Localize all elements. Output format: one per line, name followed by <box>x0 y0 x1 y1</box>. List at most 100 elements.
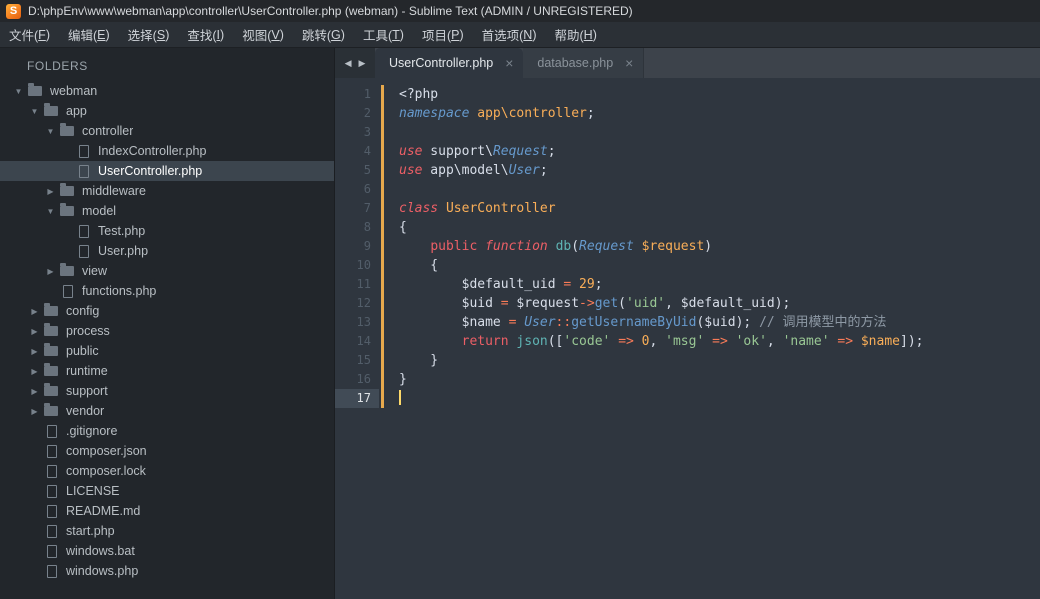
code-line-17[interactable]: 17 <box>335 389 1040 408</box>
sidebar-item-support[interactable]: ▶ support <box>0 381 334 401</box>
sidebar-item-label: webman <box>50 84 98 98</box>
folder-expanded-icon[interactable]: ▼ <box>13 87 24 96</box>
tab-scroll-left-button[interactable]: ◀ <box>343 56 354 71</box>
line-number: 13 <box>356 315 371 329</box>
sidebar-item-gitignore[interactable]: .gitignore <box>0 421 334 441</box>
folder-icon <box>44 383 58 396</box>
code-line-8[interactable]: 8{ <box>335 218 1040 237</box>
menu-item-edit[interactable]: 编辑(E) <box>59 22 119 47</box>
code-line-13[interactable]: 13 $name = User::getUsernameByUid($uid);… <box>335 313 1040 332</box>
sidebar-item-label: composer.lock <box>66 464 146 478</box>
code-line-10[interactable]: 10 { <box>335 256 1040 275</box>
sidebar-item-label: .gitignore <box>66 424 118 438</box>
folder-collapsed-icon[interactable]: ▶ <box>29 367 40 376</box>
folder-expanded-icon[interactable]: ▼ <box>45 127 56 136</box>
menu-item-tools[interactable]: 工具(T) <box>354 22 413 47</box>
sidebar-item-model[interactable]: ▼ model <box>0 201 334 221</box>
sidebar-item-user-php[interactable]: User.php <box>0 241 334 261</box>
folder-expanded-icon[interactable]: ▼ <box>29 107 40 116</box>
code-line-4[interactable]: 4 use support\Request; <box>335 142 1040 161</box>
menu-item-preferences[interactable]: 首选项(N) <box>473 22 546 47</box>
sidebar-item-start-php[interactable]: start.php <box>0 521 334 541</box>
code-text: } <box>399 353 439 368</box>
file-icon <box>47 484 57 498</box>
sidebar-item-label: middleware <box>82 184 146 198</box>
menu-item-help[interactable]: 帮助(H) <box>546 22 606 47</box>
sublime-logo-icon: S <box>6 3 21 19</box>
sidebar-item-public[interactable]: ▶ public <box>0 341 334 361</box>
sidebar-item-license[interactable]: LICENSE <box>0 481 334 501</box>
code-line-12[interactable]: 12 $uid = $request->get('uid', $default_… <box>335 294 1040 313</box>
menu-item-project[interactable]: 项目(P) <box>413 22 473 47</box>
sidebar-item-runtime[interactable]: ▶ runtime <box>0 361 334 381</box>
sidebar-item-label: view <box>82 264 108 278</box>
code-line-15[interactable]: 15 } <box>335 351 1040 370</box>
file-icon <box>47 444 57 458</box>
folder-collapsed-icon[interactable]: ▶ <box>45 267 56 276</box>
sidebar-item-label: composer.json <box>66 444 147 458</box>
code-line-3[interactable]: 3 <box>335 123 1040 142</box>
sidebar-item-functions-php[interactable]: functions.php <box>0 281 334 301</box>
tab-usercontroller-php[interactable]: UserController.php × <box>375 48 524 78</box>
folder-collapsed-icon[interactable]: ▶ <box>29 387 40 396</box>
sidebar-item-view[interactable]: ▶ view <box>0 261 334 281</box>
sidebar-item-webman[interactable]: ▼ webman <box>0 81 334 101</box>
line-number: 9 <box>363 239 371 253</box>
folder-collapsed-icon[interactable]: ▶ <box>45 187 56 196</box>
menu-item-view[interactable]: 视图(V) <box>233 22 293 47</box>
sidebar-item-app[interactable]: ▼ app <box>0 101 334 121</box>
code-line-5[interactable]: 5 use app\model\User; <box>335 161 1040 180</box>
line-number: 14 <box>356 334 371 348</box>
sidebar-item-windows-php[interactable]: windows.php <box>0 561 334 581</box>
code-text: $default_uid = 29; <box>399 277 603 292</box>
sidebar-item-config[interactable]: ▶ config <box>0 301 334 321</box>
sidebar-item-windows-bat[interactable]: windows.bat <box>0 541 334 561</box>
sidebar-item-label: UserController.php <box>98 164 203 178</box>
sidebar-item-composer-json[interactable]: composer.json <box>0 441 334 461</box>
code-line-1[interactable]: 1 <?php <box>335 85 1040 104</box>
code-line-9[interactable]: 9 public function db(Request $request) <box>335 237 1040 256</box>
menu-item-selection[interactable]: 选择(S) <box>119 22 179 47</box>
code-line-16[interactable]: 16} <box>335 370 1040 389</box>
code-line-6[interactable]: 6 <box>335 180 1040 199</box>
folder-icon <box>44 343 58 356</box>
code-line-7[interactable]: 7 class UserController <box>335 199 1040 218</box>
menu-item-file[interactable]: 文件(F) <box>0 22 59 47</box>
code-editor[interactable]: 1 <?php 2 namespace app\controller; 3 4 use su… <box>335 78 1040 599</box>
sidebar-item-vendor[interactable]: ▶ vendor <box>0 401 334 421</box>
sidebar-item-readme-md[interactable]: README.md <box>0 501 334 521</box>
folder-collapsed-icon[interactable]: ▶ <box>29 327 40 336</box>
file-icon <box>47 424 57 438</box>
code-line-11[interactable]: 11 $default_uid = 29; <box>335 275 1040 294</box>
sidebar-item-composer-lock[interactable]: composer.lock <box>0 461 334 481</box>
sidebar-item-indexcontroller-php[interactable]: IndexController.php <box>0 141 334 161</box>
sidebar-item-label: support <box>66 384 108 398</box>
code-line-14[interactable]: 14 return json(['code' => 0, 'msg' => 'o… <box>335 332 1040 351</box>
sidebar-item-label: model <box>82 204 117 218</box>
file-icon <box>79 144 89 158</box>
menu-item-goto[interactable]: 跳转(G) <box>293 22 354 47</box>
folder-collapsed-icon[interactable]: ▶ <box>29 307 40 316</box>
sidebar-item-label: runtime <box>66 364 108 378</box>
sidebar-item-usercontroller-php[interactable]: UserController.php <box>0 161 334 181</box>
sidebar-item-middleware[interactable]: ▶ middleware <box>0 181 334 201</box>
folder-collapsed-icon[interactable]: ▶ <box>29 347 40 356</box>
tab-database-php[interactable]: database.php × <box>523 48 645 78</box>
folder-icon <box>60 263 74 276</box>
sidebar-item-label: public <box>66 344 99 358</box>
code-line-2[interactable]: 2 namespace app\controller; <box>335 104 1040 123</box>
tab-scroll-right-button[interactable]: ▶ <box>357 56 368 71</box>
sidebar-item-controller[interactable]: ▼ controller <box>0 121 334 141</box>
file-icon <box>79 244 89 258</box>
folder-expanded-icon[interactable]: ▼ <box>45 207 56 216</box>
sidebar-item-test-php[interactable]: Test.php <box>0 221 334 241</box>
file-icon <box>63 284 73 298</box>
tab-close-icon[interactable]: × <box>625 56 633 70</box>
folder-collapsed-icon[interactable]: ▶ <box>29 407 40 416</box>
tab-close-icon[interactable]: × <box>505 56 513 70</box>
sidebar-item-process[interactable]: ▶ process <box>0 321 334 341</box>
sidebar-item-label: windows.php <box>66 564 139 578</box>
menu-item-find[interactable]: 查找(I) <box>178 22 233 47</box>
code-lines: 1 <?php 2 namespace app\controller; 3 4 use su… <box>335 85 1040 408</box>
editor-column: ◀ ▶ UserController.php × database.php × 1 <?… <box>335 48 1040 599</box>
